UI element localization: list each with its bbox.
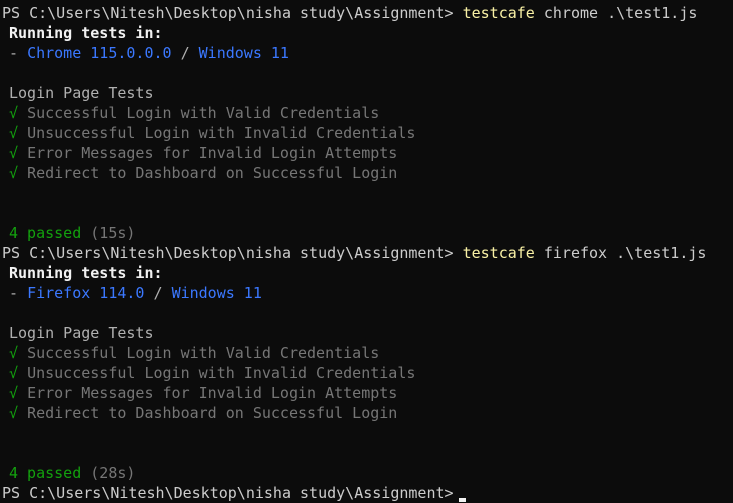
test-name: Successful Login with Valid Credentials xyxy=(27,344,380,362)
os-name: Windows 11 xyxy=(198,44,289,62)
browser-dash: - xyxy=(9,44,28,62)
command-line[interactable]: PS C:\Users\Nitesh\Desktop\nisha study\A… xyxy=(2,483,733,503)
command-line: PS C:\Users\Nitesh\Desktop\nisha study\A… xyxy=(2,3,733,23)
check-icon: √ xyxy=(9,344,19,362)
command-name: testcafe xyxy=(462,244,535,262)
browser-separator: / xyxy=(144,284,172,302)
check-icon: √ xyxy=(9,104,19,122)
check-icon: √ xyxy=(9,144,19,162)
browser-line: - Firefox 114.0 / Windows 11 xyxy=(2,283,733,303)
fixture-name: Login Page Tests xyxy=(9,84,154,102)
check-icon: √ xyxy=(9,164,19,182)
duration: (28s) xyxy=(90,464,136,482)
test-name: Error Messages for Invalid Login Attempt… xyxy=(27,144,398,162)
browser-line: - Chrome 115.0.0.0 / Windows 11 xyxy=(2,43,733,63)
terminal-output[interactable]: PS C:\Users\Nitesh\Desktop\nisha study\A… xyxy=(0,3,733,503)
command-line: PS C:\Users\Nitesh\Desktop\nisha study\A… xyxy=(2,243,733,263)
test-result: √ Unsuccessful Login with Invalid Creden… xyxy=(2,123,733,143)
test-result: √ Unsuccessful Login with Invalid Creden… xyxy=(2,363,733,383)
test-name: Error Messages for Invalid Login Attempt… xyxy=(27,384,398,402)
check-icon: √ xyxy=(9,404,19,422)
cursor xyxy=(458,498,466,502)
test-result: √ Error Messages for Invalid Login Attem… xyxy=(2,383,733,403)
test-result: √ Redirect to Dashboard on Successful Lo… xyxy=(2,403,733,423)
command-name: testcafe xyxy=(462,4,535,22)
check-icon: √ xyxy=(9,364,19,382)
shell-prompt: PS C:\Users\Nitesh\Desktop\nisha study\A… xyxy=(2,244,463,262)
test-result: √ Error Messages for Invalid Login Attem… xyxy=(2,143,733,163)
running-tests-label: Running tests in: xyxy=(9,264,163,282)
running-tests-label: Running tests in: xyxy=(9,24,163,42)
test-result: √ Successful Login with Valid Credential… xyxy=(2,103,733,123)
check-icon: √ xyxy=(9,384,19,402)
test-name: Redirect to Dashboard on Successful Logi… xyxy=(27,404,398,422)
test-name: Redirect to Dashboard on Successful Logi… xyxy=(27,164,398,182)
browser-name: Firefox 114.0 xyxy=(27,284,145,302)
duration: (15s) xyxy=(90,224,136,242)
command-args: firefox .\test1.js xyxy=(534,244,707,262)
os-name: Windows 11 xyxy=(171,284,262,302)
test-name: Unsuccessful Login with Invalid Credenti… xyxy=(27,364,416,382)
passed-count: 4 passed xyxy=(9,224,82,242)
shell-prompt: PS C:\Users\Nitesh\Desktop\nisha study\A… xyxy=(2,4,463,22)
test-name: Successful Login with Valid Credentials xyxy=(27,104,380,122)
test-name: Unsuccessful Login with Invalid Credenti… xyxy=(27,124,416,142)
fixture-name: Login Page Tests xyxy=(9,324,154,342)
check-icon: √ xyxy=(9,124,19,142)
command-args: chrome .\test1.js xyxy=(534,4,698,22)
test-result: √ Successful Login with Valid Credential… xyxy=(2,343,733,363)
passed-count: 4 passed xyxy=(9,464,82,482)
browser-dash: - xyxy=(9,284,28,302)
shell-prompt: PS C:\Users\Nitesh\Desktop\nisha study\A… xyxy=(2,484,454,502)
browser-name: Chrome 115.0.0.0 xyxy=(27,44,172,62)
browser-separator: / xyxy=(171,44,199,62)
summary-line: 4 passed (15s) xyxy=(2,223,733,243)
test-result: √ Redirect to Dashboard on Successful Lo… xyxy=(2,163,733,183)
summary-line: 4 passed (28s) xyxy=(2,463,733,483)
